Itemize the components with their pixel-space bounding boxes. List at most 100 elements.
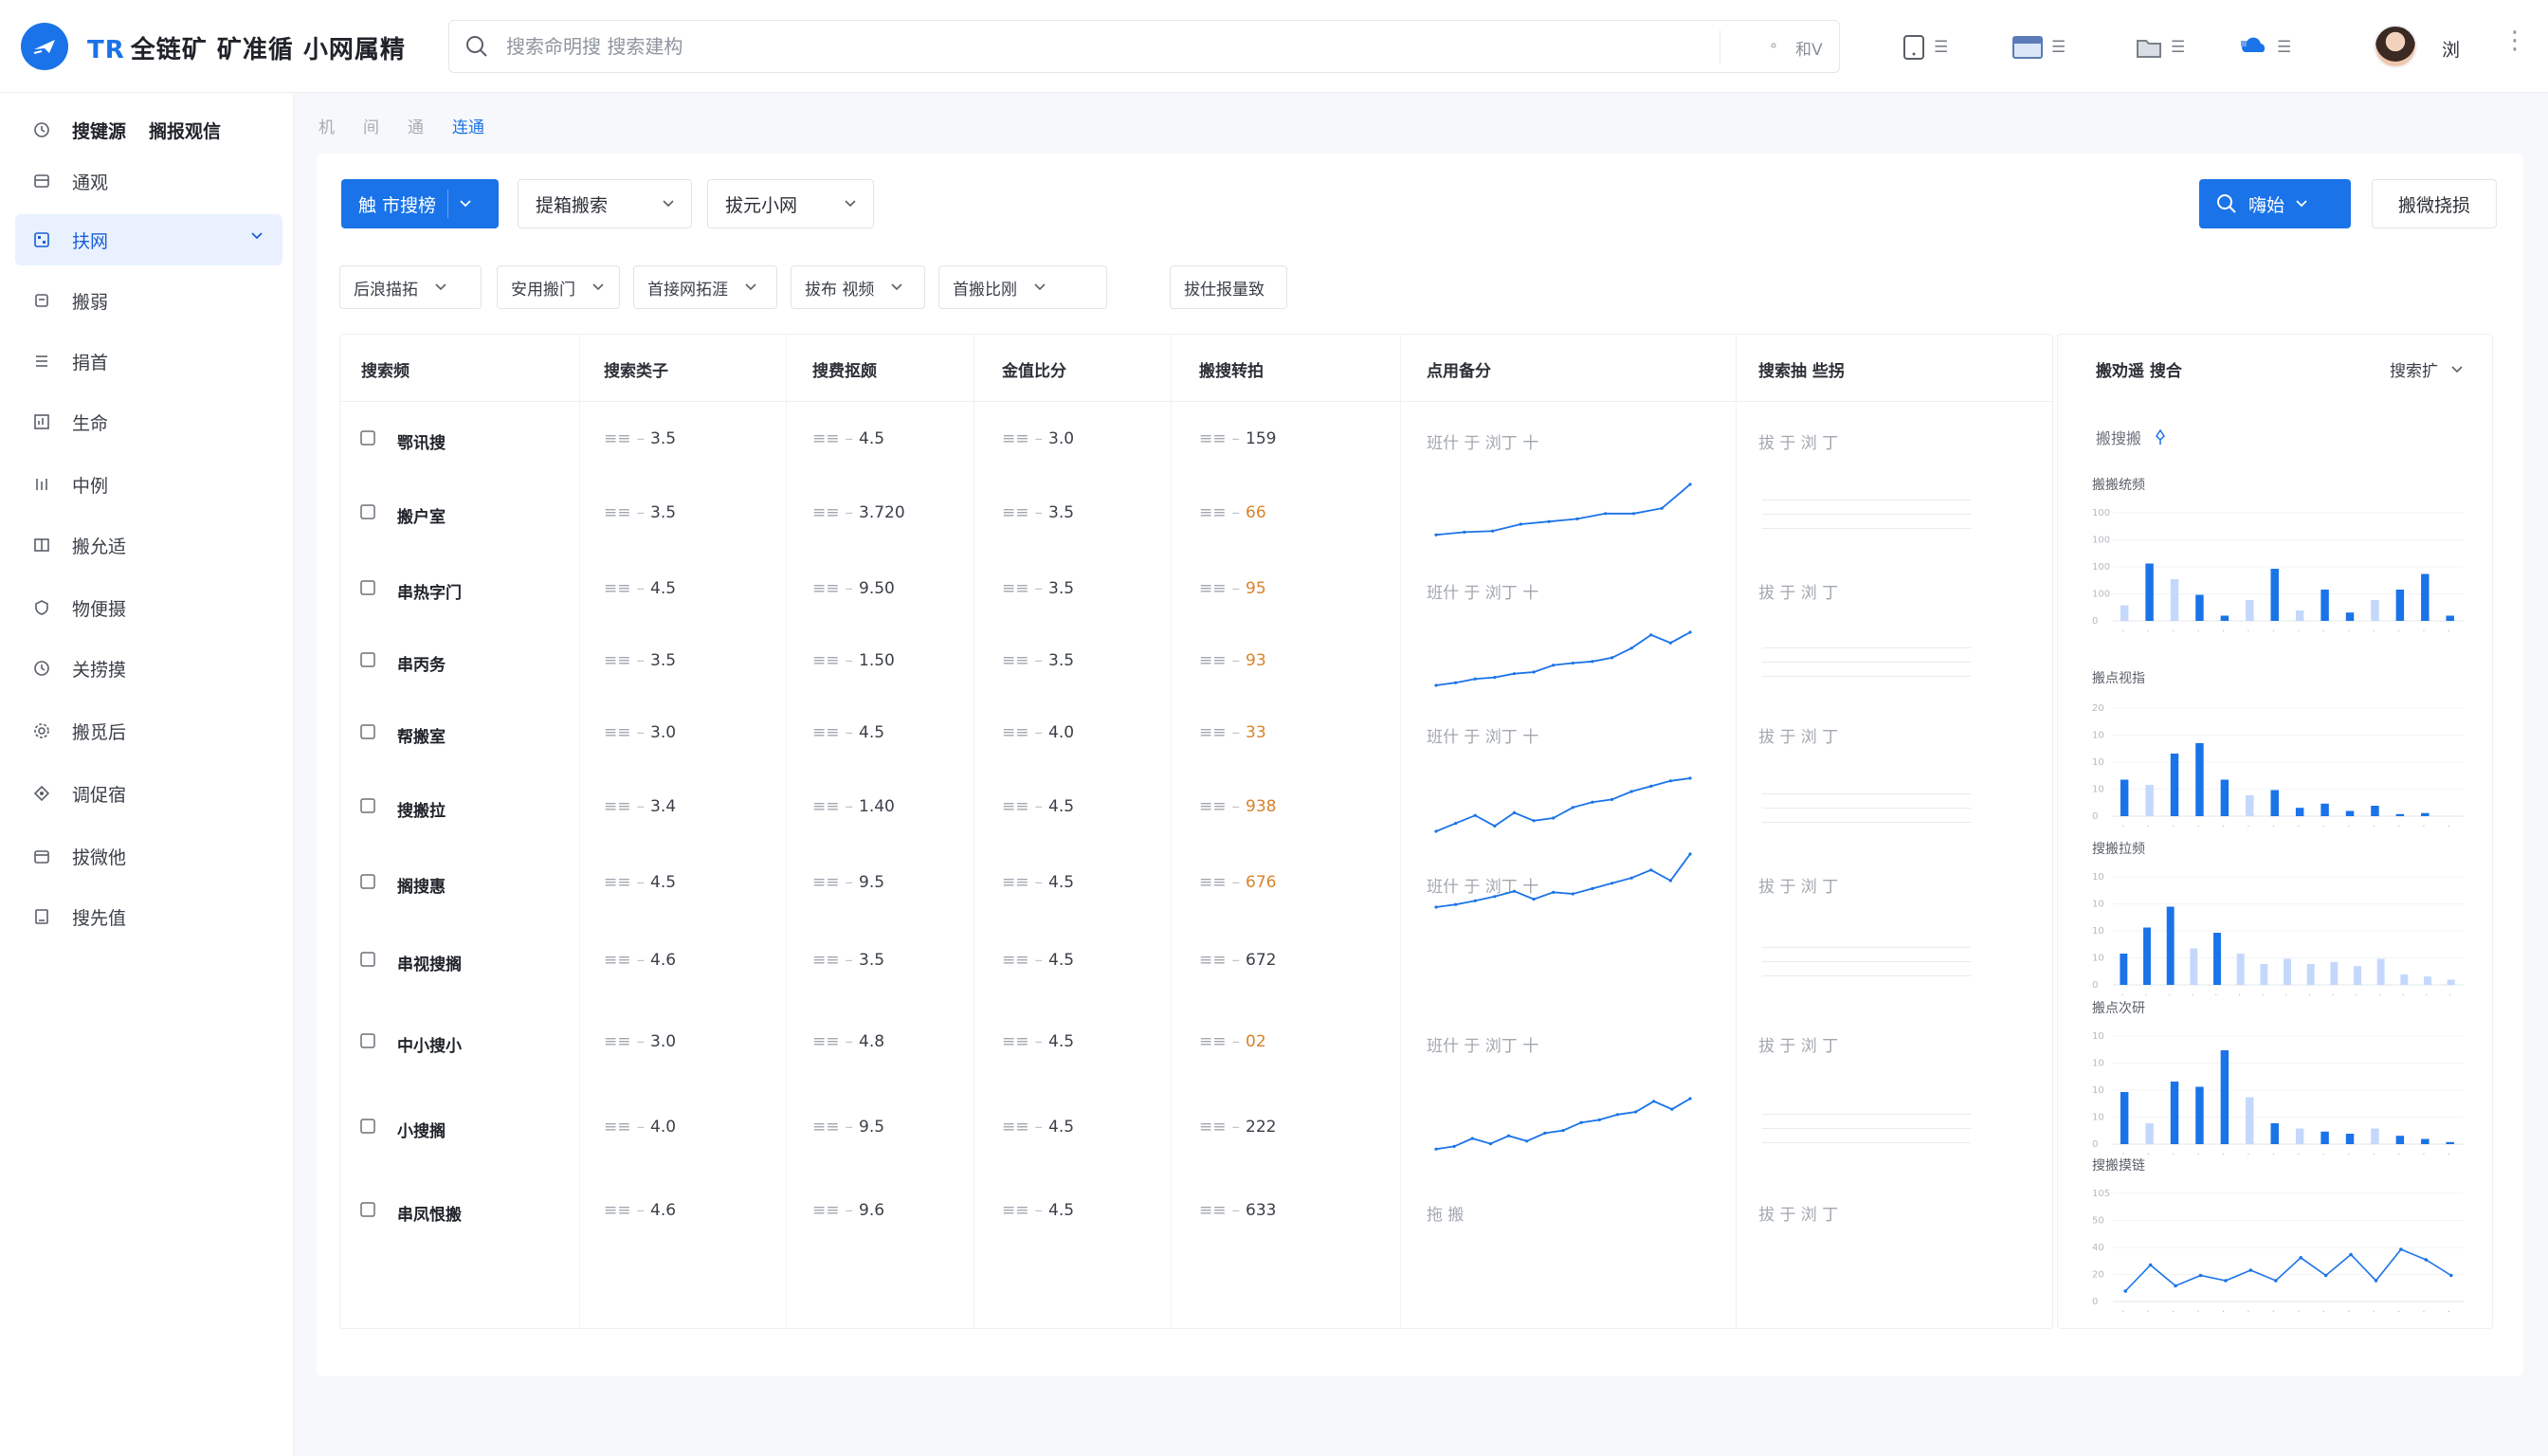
search-bar[interactable]: ∘ 和V <box>448 20 1840 73</box>
row-name[interactable]: 串丙务 <box>397 651 446 675</box>
side-panel-subtitle[interactable]: 搬搜搬 <box>2096 426 2168 448</box>
calendar-button[interactable]: ☰ <box>2011 27 2066 68</box>
dropdown-1[interactable]: 提箱搬索 <box>518 179 692 228</box>
dropdown-2[interactable]: 拔元小网 <box>707 179 874 228</box>
secondary-button[interactable]: 搬微挠损 <box>2372 179 2497 228</box>
row-name[interactable]: 搬户室 <box>397 503 446 527</box>
sidebar-item-label: 捐首 <box>72 352 109 373</box>
column-header[interactable]: 搜索类子 <box>604 357 668 381</box>
folder-button[interactable]: ☰ <box>2135 27 2185 68</box>
sparkline-point <box>1615 1113 1620 1117</box>
app-logo[interactable] <box>21 23 68 70</box>
column-header[interactable]: 搬搜转拍 <box>1199 357 1264 381</box>
row-name[interactable]: 串视搜搁 <box>397 951 462 974</box>
row-status-text: 班什 于 浏丁 十 <box>1427 584 1539 603</box>
chevron-down-icon <box>1034 283 1046 291</box>
table-row[interactable]: 搬户室 ≡≡ –3.5 ≡≡ –3.720 ≡≡ –3.5 ≡≡ –66 <box>340 477 2054 551</box>
row-name[interactable]: 搁搜惠 <box>397 873 446 897</box>
sidebar-item[interactable]: 物便摄 <box>15 582 282 633</box>
table-row[interactable]: 中小搜小 ≡≡ –3.0 ≡≡ –4.8 ≡≡ –4.5 ≡≡ –02 班什 于 浏丁 十拔 于 … <box>340 1006 2054 1080</box>
sidebar-item[interactable]: 搜先值 <box>15 891 282 942</box>
row-name[interactable]: 小搜搁 <box>397 1118 446 1141</box>
table-row[interactable]: 串凤恨搬 ≡≡ –4.6 ≡≡ –9.6 ≡≡ –4.5 ≡≡ –633 拖 搬拔 于 浏 丁 <box>340 1174 2054 1248</box>
cell-dash: – <box>845 429 854 448</box>
x-tick-label: · <box>2322 627 2325 637</box>
table-row[interactable]: 搁搜惠 ≡≡ –4.5 ≡≡ –9.5 ≡≡ –4.5 ≡≡ –676 班什 于 浏丁 十拔 于 … <box>340 846 2054 920</box>
sidebar-item-label: 物便摄 <box>72 598 127 620</box>
sidebar-item[interactable]: 搬觅后 <box>15 705 282 756</box>
sidebar-item[interactable]: 中例 <box>15 459 282 510</box>
row-extra-text: 拔 于 浏 丁 <box>1758 434 1839 453</box>
table-row[interactable]: 搜搬拉 ≡≡ –3.4 ≡≡ –1.40 ≡≡ –4.5 ≡≡ –938 <box>340 771 2054 845</box>
cell-value: 3.0 <box>650 723 677 742</box>
column-header[interactable]: 搜费抠颇 <box>812 357 877 381</box>
cloud-button[interactable]: ☰ <box>2239 27 2291 68</box>
tablet-button[interactable]: ☰ <box>1902 27 1948 68</box>
sidebar-header[interactable]: 搜键源 搁报观信 <box>15 104 282 155</box>
x-tick-label: · <box>2272 1307 2275 1318</box>
avatar[interactable] <box>2374 25 2417 68</box>
sidebar-item[interactable]: 搬允适 <box>15 519 282 571</box>
table-row[interactable]: 串热字门 ≡≡ –4.5 ≡≡ –9.50 ≡≡ –3.5 ≡≡ –95 班什 于 浏丁 十拔 于… <box>340 553 2054 627</box>
table-row[interactable]: 串丙务 ≡≡ –3.5 ≡≡ –1.50 ≡≡ –3.5 ≡≡ –93 <box>340 625 2054 699</box>
cell-prefix: ≡≡ <box>1199 1118 1227 1137</box>
filter-chip[interactable]: 拔布 视频 <box>791 265 925 309</box>
breadcrumb-item[interactable]: 通 <box>408 114 424 137</box>
filter-chip[interactable]: 安用搬门 <box>497 265 620 309</box>
table-cell: ≡≡ –3.5 <box>604 651 676 670</box>
column-header[interactable]: 金值比分 <box>1002 357 1066 381</box>
sidebar: 搜键源 搁报观信 通观扶网搬弱捐首生命中例搬允适物便摄关捞摸搬觅后调促宿拔微他搜… <box>0 93 294 1456</box>
x-tick-label: · <box>2422 1150 2425 1160</box>
line-point <box>2123 1289 2128 1293</box>
sparkline-point <box>1571 806 1574 810</box>
sparkline-point <box>1575 517 1579 520</box>
table-row[interactable]: 鄂讯搜 ≡≡ –3.5 ≡≡ –4.5 ≡≡ –3.0 ≡≡ –159 班什 于 浏丁 十拔 于 … <box>340 403 2054 477</box>
breadcrumb-item[interactable]: 机 <box>318 114 335 137</box>
search-option-small[interactable]: ∘ <box>1769 36 1778 54</box>
sidebar-item[interactable]: 扶网 <box>15 214 282 265</box>
filter-chip[interactable]: 首搬比刚 <box>938 265 1107 309</box>
sidebar-item[interactable]: 调促宿 <box>15 768 282 819</box>
table-row[interactable]: 帮搬室 ≡≡ –3.0 ≡≡ –4.5 ≡≡ –4.0 ≡≡ –33 班什 于 浏丁 十拔 于 浏… <box>340 697 2054 771</box>
sidebar-item[interactable]: 生命 <box>15 396 282 447</box>
row-name[interactable]: 串热字门 <box>397 579 462 603</box>
cell-value: 9.6 <box>859 1201 885 1220</box>
cell-value: 4.6 <box>650 1201 677 1220</box>
breadcrumb-item[interactable]: 间 <box>363 114 379 137</box>
filter-chip[interactable]: 首接网拓涯 <box>633 265 777 309</box>
more-vertical-icon[interactable]: ⋮ <box>2502 28 2527 53</box>
bar <box>2371 600 2379 621</box>
sidebar-item[interactable]: 搬弱 <box>15 275 282 326</box>
user-name[interactable]: 浏 <box>2442 36 2460 62</box>
column-header[interactable]: 搜索频 <box>361 357 410 381</box>
sparkline-point <box>1670 1107 1674 1111</box>
sparkline-point <box>1571 661 1574 665</box>
table-cell: ≡≡ –3.4 <box>604 797 676 816</box>
row-name[interactable]: 搜搬拉 <box>397 797 446 821</box>
side-panel-sort[interactable]: 搜索扩 <box>2390 357 2463 381</box>
search-input[interactable] <box>506 30 1644 63</box>
table-row[interactable]: 小搜搁 ≡≡ –4.0 ≡≡ –9.5 ≡≡ –4.5 ≡≡ –222 <box>340 1091 2054 1165</box>
filter-chip[interactable]: 后浪描拓 <box>339 265 482 309</box>
x-tick-label: · <box>2192 991 2194 1001</box>
sidebar-item[interactable]: 关捞摸 <box>15 643 282 694</box>
search-button[interactable]: 嗨始 <box>2199 179 2351 228</box>
table-cell: ≡≡ –9.5 <box>812 1118 884 1137</box>
column-header[interactable]: 点用备分 <box>1427 357 1491 381</box>
cell-value: 4.5 <box>859 723 885 742</box>
sidebar-item[interactable]: 捐首 <box>15 336 282 387</box>
y-tick-label: 10 <box>2092 785 2104 795</box>
sidebar-item[interactable]: 通观 <box>15 155 282 207</box>
column-header[interactable]: 搜索抽 些拐 <box>1758 357 1845 381</box>
primary-action-button[interactable]: 触 市搜榜 <box>341 179 499 228</box>
bar <box>2145 1123 2154 1144</box>
row-name[interactable]: 串凤恨搬 <box>397 1201 462 1225</box>
search-option-ai[interactable]: 和V <box>1795 36 1823 60</box>
cell-dash: – <box>845 503 854 522</box>
sidebar-item[interactable]: 拔微他 <box>15 830 282 882</box>
row-name[interactable]: 中小搜小 <box>397 1032 462 1056</box>
table-row[interactable]: 串视搜搁 ≡≡ –4.6 ≡≡ –3.5 ≡≡ –4.5 ≡≡ –672 <box>340 924 2054 998</box>
row-name[interactable]: 帮搬室 <box>397 723 446 747</box>
filter-chip[interactable]: 拔仕报量致 <box>1170 265 1287 309</box>
row-name[interactable]: 鄂讯搜 <box>397 429 446 453</box>
